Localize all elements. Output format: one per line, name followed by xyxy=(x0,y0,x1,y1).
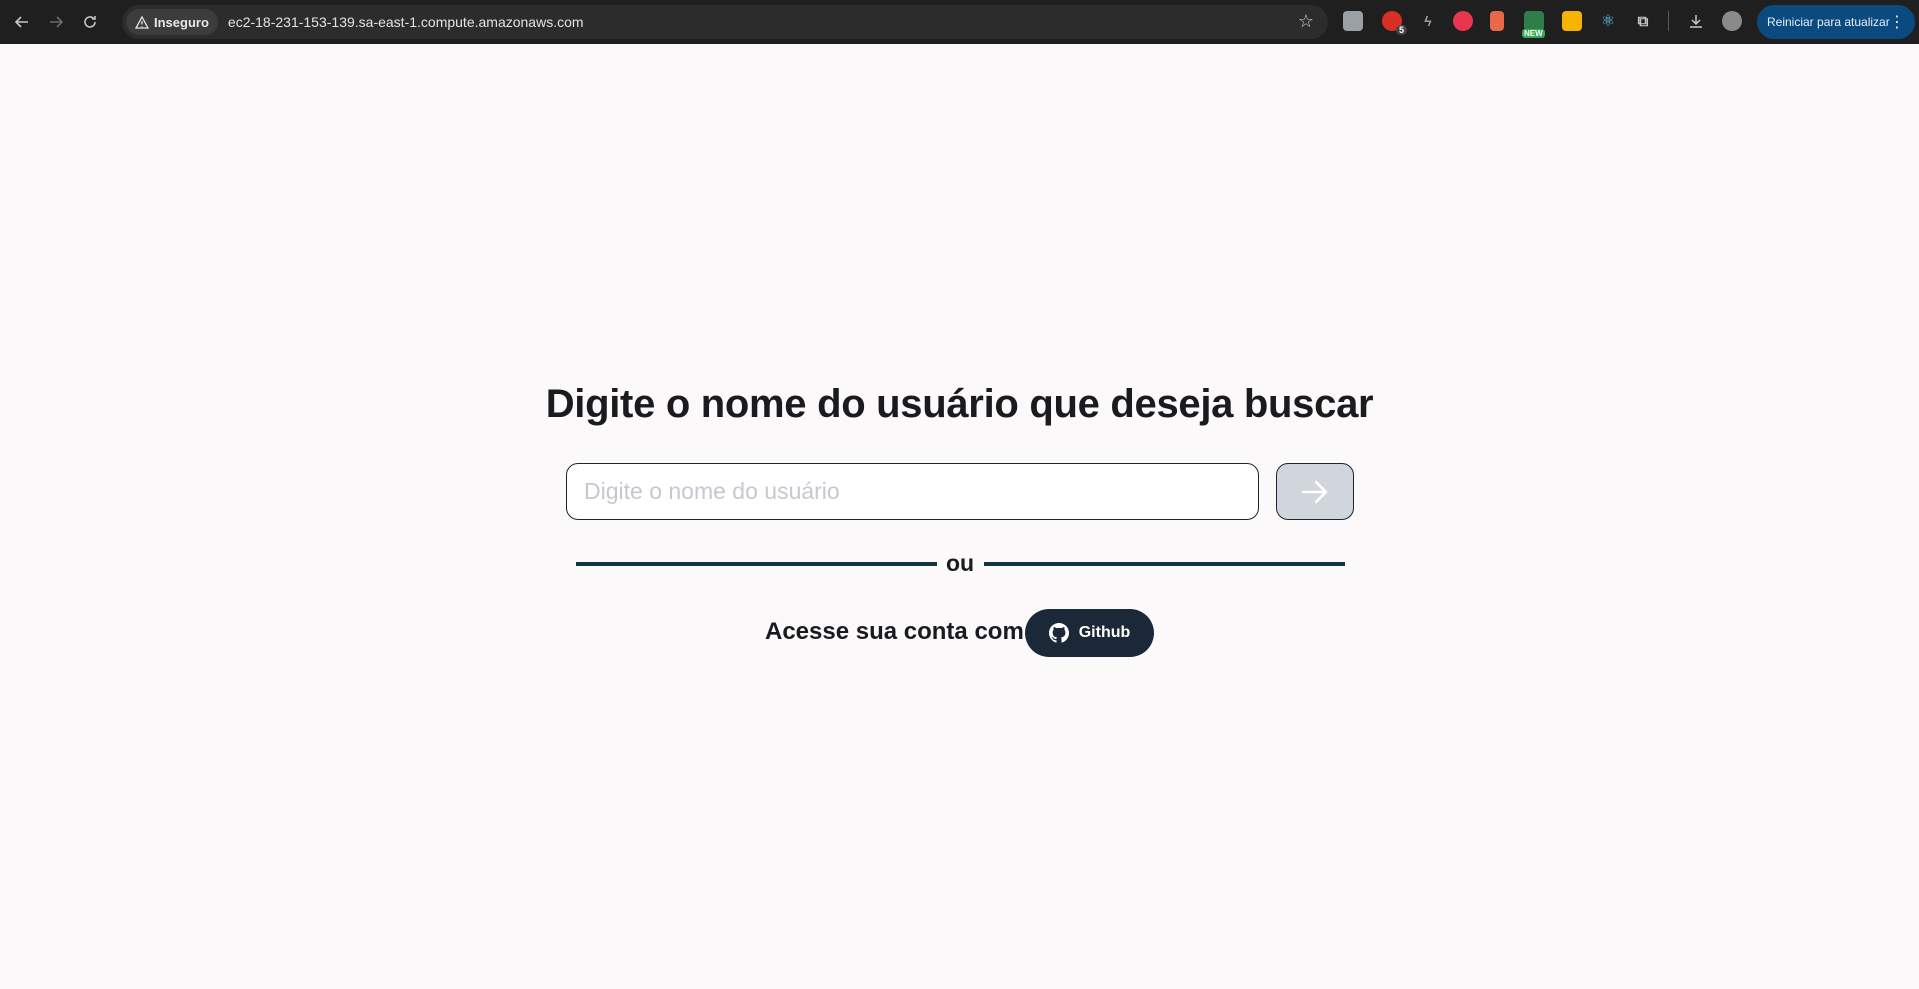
github-label: Github xyxy=(1078,624,1131,641)
bookmark-star-icon[interactable]: ☆ xyxy=(1298,11,1314,32)
reload-icon[interactable] xyxy=(76,8,104,36)
extension-icon-7[interactable] xyxy=(1562,11,1582,31)
download-icon[interactable] xyxy=(1686,11,1706,31)
login-label: Acesse sua conta com xyxy=(765,618,1024,645)
extension-icon-1[interactable] xyxy=(1343,11,1363,31)
restart-label: Reiniciar para atualizar xyxy=(1767,15,1890,29)
github-login-button[interactable]: Github xyxy=(1025,609,1154,657)
search-submit-button[interactable] xyxy=(1276,463,1354,520)
security-label: Inseguro xyxy=(154,14,209,30)
extension-icon-5[interactable] xyxy=(1490,11,1504,31)
address-bar[interactable]: Inseguro ec2-18-231-153-139.sa-east-1.co… xyxy=(122,5,1328,39)
warning-icon xyxy=(135,15,149,29)
browser-toolbar: Inseguro ec2-18-231-153-139.sa-east-1.co… xyxy=(0,0,1919,44)
divider-line-left xyxy=(576,562,937,566)
divider-text: ou xyxy=(945,550,975,576)
puzzle-icon[interactable]: ⧉ xyxy=(1633,11,1653,31)
extension-icon-6[interactable]: NEW xyxy=(1522,11,1545,38)
arrow-right-icon xyxy=(1301,480,1328,503)
new-badge: NEW xyxy=(1522,29,1545,38)
react-icon[interactable]: ⚛ xyxy=(1598,11,1618,31)
extension-icon-4[interactable] xyxy=(1453,11,1473,31)
github-icon xyxy=(1048,623,1069,643)
forward-icon[interactable] xyxy=(42,8,70,36)
divider-line-right xyxy=(984,562,1345,566)
page-title: Digite o nome do usuário que deseja busc… xyxy=(545,382,1374,426)
profile-avatar[interactable] xyxy=(1722,11,1742,31)
extension-icon-2[interactable]: 5 xyxy=(1382,11,1407,35)
extension-badge: 5 xyxy=(1395,25,1407,35)
security-chip[interactable]: Inseguro xyxy=(126,9,218,35)
url-text[interactable]: ec2-18-231-153-139.sa-east-1.compute.ama… xyxy=(228,14,584,30)
username-search-input[interactable] xyxy=(566,463,1259,520)
back-icon[interactable] xyxy=(8,8,36,36)
toolbar-divider xyxy=(1668,11,1669,31)
bolt-icon[interactable]: ϟ xyxy=(1418,11,1438,31)
menu-dots-icon[interactable]: ⋮ xyxy=(1889,12,1905,32)
restart-update-button[interactable]: Reiniciar para atualizar ⋮ xyxy=(1757,5,1915,39)
